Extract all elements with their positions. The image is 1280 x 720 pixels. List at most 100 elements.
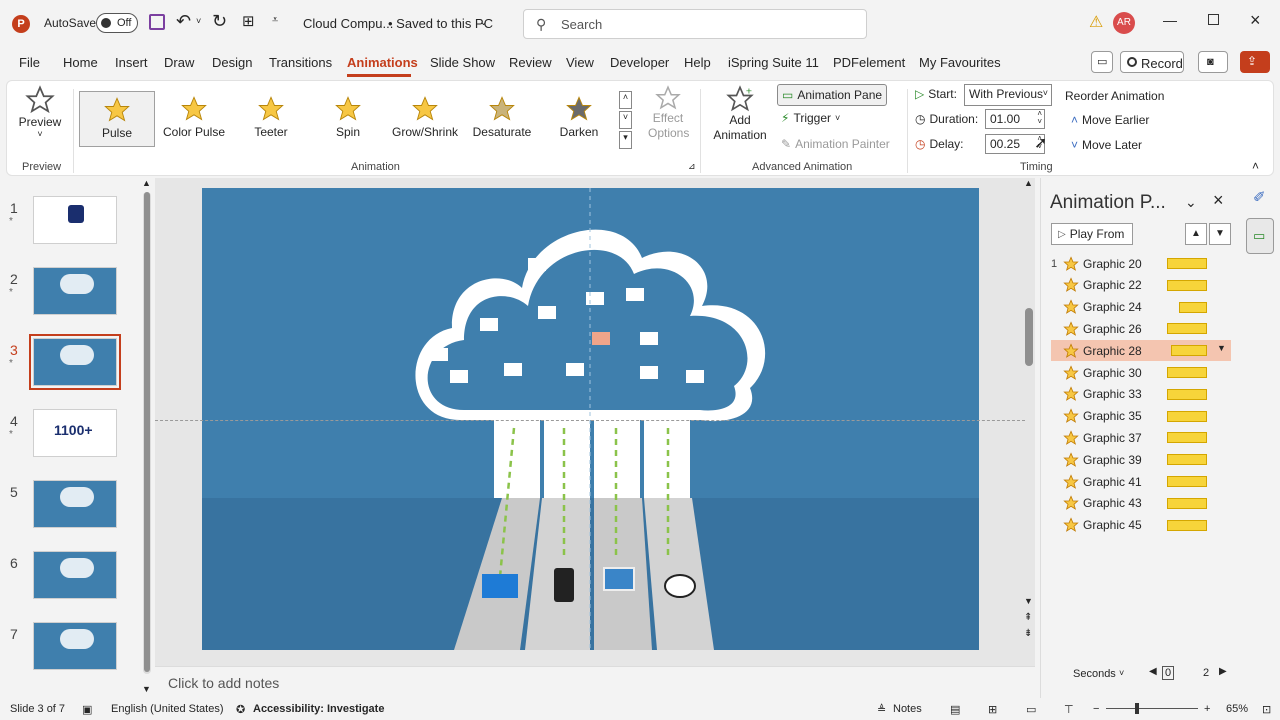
gallery-scroll-down[interactable]: ˅ xyxy=(619,111,632,129)
warning-icon[interactable]: ⚠ xyxy=(1089,12,1103,32)
animation-list-item[interactable]: Graphic 24 xyxy=(1051,297,1231,318)
duration-input[interactable]: 01.00 ˄ ˅ xyxy=(985,109,1045,129)
animation-pulse[interactable]: Pulse xyxy=(79,91,155,147)
animation-list-item[interactable]: Graphic 41 xyxy=(1051,471,1231,492)
tab-my-favourites[interactable]: My Favourites xyxy=(919,55,1001,70)
start-select[interactable]: With Previous ˅ xyxy=(964,84,1052,106)
animation-list-item[interactable]: Graphic 33 xyxy=(1051,384,1231,405)
animation-list-item[interactable]: Graphic 22 xyxy=(1051,275,1231,296)
timing-bar[interactable] xyxy=(1167,432,1207,444)
canvas-scroll-down-icon[interactable]: ▼ xyxy=(1024,596,1033,606)
tab-home[interactable]: Home xyxy=(63,55,98,70)
zoom-out-icon[interactable]: − xyxy=(1093,703,1099,715)
spellcheck-icon[interactable]: ▣ xyxy=(82,703,92,716)
animation-grow-shrink[interactable]: Grow/Shrink xyxy=(387,91,463,147)
notes-toggle[interactable]: Notes xyxy=(893,703,922,715)
zoom-slider[interactable] xyxy=(1106,708,1198,709)
seconds-dropdown-icon[interactable]: ˅ xyxy=(1119,668,1124,678)
prev-slide-icon[interactable]: ⇞ xyxy=(1024,612,1032,623)
tab-slide-show[interactable]: Slide Show xyxy=(430,55,495,70)
collapse-ribbon-icon[interactable]: ˄ xyxy=(1252,159,1259,173)
animation-list-item[interactable]: Graphic 35 xyxy=(1051,406,1231,427)
tab-ispring[interactable]: iSpring Suite 11 xyxy=(728,55,819,70)
animation-list-item[interactable]: Graphic 26 xyxy=(1051,318,1231,339)
timing-bar[interactable] xyxy=(1167,388,1207,400)
tab-animations[interactable]: Animations xyxy=(347,55,418,70)
zoom-slider-thumb[interactable] xyxy=(1135,703,1139,714)
undo-dropdown-icon[interactable]: ˅ xyxy=(196,16,201,26)
comments-button[interactable]: ▭ xyxy=(1091,51,1113,73)
item-dropdown-icon[interactable]: ▼ xyxy=(1217,343,1226,353)
duration-spinner-icon[interactable]: ˄ ˅ xyxy=(1037,110,1042,126)
timing-bar[interactable] xyxy=(1179,301,1207,313)
animation-desaturate[interactable]: Desaturate xyxy=(464,91,540,147)
tab-transitions[interactable]: Transitions xyxy=(269,55,332,70)
animation-pane-toggle[interactable]: ▭ xyxy=(1246,218,1274,254)
animation-list-item[interactable]: Graphic 37 xyxy=(1051,427,1231,448)
move-down-button[interactable]: ▼ xyxy=(1209,223,1231,245)
tab-insert[interactable]: Insert xyxy=(115,55,148,70)
timing-bar[interactable] xyxy=(1167,367,1207,378)
animation-list-item[interactable]: 1 Graphic 20 xyxy=(1051,253,1231,274)
teams-share-button[interactable]: ◙ xyxy=(1198,51,1228,73)
accessibility-icon[interactable]: ✪ xyxy=(236,703,245,716)
slideshow-icon[interactable]: ⊤ xyxy=(1064,703,1074,716)
notes-icon[interactable]: ≜ xyxy=(877,703,886,716)
pane-close-icon[interactable]: × xyxy=(1213,190,1224,211)
notes-area[interactable]: Click to add notes xyxy=(155,666,1035,696)
close-icon[interactable]: × xyxy=(1250,10,1261,31)
timing-bar[interactable] xyxy=(1167,454,1207,466)
autosave-toggle[interactable]: Off xyxy=(96,13,138,33)
redo-icon[interactable]: ↻ xyxy=(212,11,227,32)
tab-pdfelement[interactable]: PDFelement xyxy=(833,55,905,70)
search-box[interactable]: ⚲ Search xyxy=(523,9,867,39)
avatar[interactable]: AR xyxy=(1113,12,1135,34)
customize-toolbar-icon[interactable]: ⩡ xyxy=(272,14,278,27)
present-icon[interactable]: ⊞ xyxy=(242,12,255,30)
tab-developer[interactable]: Developer xyxy=(610,55,669,70)
zoom-in-icon[interactable]: + xyxy=(1204,703,1210,715)
slide-thumbnail-3[interactable] xyxy=(29,334,121,390)
animation-color-pulse[interactable]: Color Pulse xyxy=(156,91,232,147)
timing-bar[interactable] xyxy=(1167,323,1207,335)
reading-view-icon[interactable]: ▭ xyxy=(1026,703,1036,716)
zoom-level[interactable]: 65% xyxy=(1226,703,1248,715)
animation-list-item[interactable]: Graphic 28 ▼ xyxy=(1051,340,1231,362)
tab-file[interactable]: File xyxy=(19,55,40,70)
trigger-button[interactable]: ⚡ Trigger ˅ xyxy=(781,111,840,125)
gallery-scroll-up[interactable]: ˄ xyxy=(619,91,632,109)
play-from-button[interactable]: ▷ Play From xyxy=(1051,223,1133,245)
slide-thumbnail-6[interactable] xyxy=(33,551,117,599)
animation-list-item[interactable]: Graphic 43 xyxy=(1051,493,1231,514)
thumbnail-scroll-thumb[interactable] xyxy=(144,192,150,672)
animation-painter-button[interactable]: ✎ Animation Painter xyxy=(781,137,890,151)
move-earlier-button[interactable]: ˄ Move Earlier xyxy=(1071,113,1149,127)
add-animation-button[interactable]: + Add Animation xyxy=(707,85,773,155)
timing-bar[interactable] xyxy=(1167,519,1207,531)
restore-icon[interactable] xyxy=(1208,14,1219,25)
move-up-button[interactable]: ▲ xyxy=(1185,223,1207,245)
slide-sorter-icon[interactable]: ⊞ xyxy=(988,703,997,716)
thumb-scroll-down-icon[interactable]: ▼ xyxy=(142,684,151,694)
timing-bar[interactable] xyxy=(1171,345,1207,357)
designer-icon[interactable]: ✐ xyxy=(1253,188,1266,206)
accessibility-status[interactable]: Accessibility: Investigate xyxy=(253,703,384,715)
animation-list-item[interactable]: Graphic 45 xyxy=(1051,515,1231,536)
tab-review[interactable]: Review xyxy=(509,55,552,70)
undo-icon[interactable]: ↶ xyxy=(176,11,191,32)
title-chevron-down-icon[interactable]: ⌄ xyxy=(479,15,488,28)
record-button[interactable]: Record xyxy=(1120,51,1184,73)
next-slide-icon[interactable]: ⇟ xyxy=(1024,628,1032,639)
slide[interactable] xyxy=(202,188,979,650)
canvas-scroll-up-icon[interactable]: ▲ xyxy=(1024,178,1033,188)
tab-help[interactable]: Help xyxy=(684,55,711,70)
timeline-left-icon[interactable]: ◀ xyxy=(1149,666,1157,677)
timing-bar[interactable] xyxy=(1167,410,1207,422)
animation-pane-button[interactable]: ▭ Animation Pane xyxy=(777,84,887,106)
animation-list-item[interactable]: Graphic 30 xyxy=(1051,362,1231,383)
minimize-icon[interactable]: — xyxy=(1163,12,1177,28)
save-icon[interactable] xyxy=(149,14,165,30)
animation-spin[interactable]: Spin xyxy=(310,91,386,147)
thumb-scroll-up-icon[interactable]: ▲ xyxy=(142,178,151,188)
timing-bar[interactable] xyxy=(1167,279,1207,291)
